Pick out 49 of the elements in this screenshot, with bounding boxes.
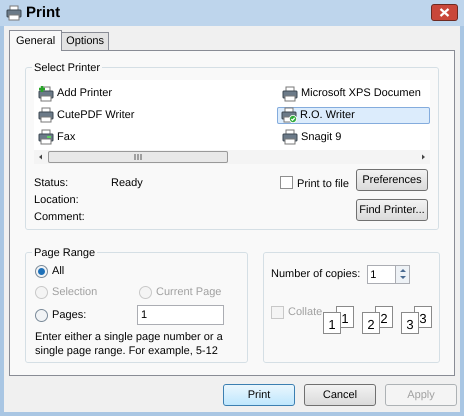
printer-icon: [6, 5, 22, 21]
close-button[interactable]: [431, 4, 458, 20]
page-number: 2: [380, 311, 388, 327]
field-label: Status:: [34, 176, 70, 192]
copies-input[interactable]: 1: [367, 265, 396, 284]
printer-icon: [282, 128, 298, 145]
printer-icon: [38, 107, 54, 124]
radio-label: Selection: [52, 285, 98, 300]
printer-item[interactable]: R.O. Writer: [277, 106, 430, 124]
close-icon: [439, 8, 450, 16]
printer-item[interactable]: Fax: [34, 128, 278, 146]
radio-button[interactable]: [35, 308, 48, 322]
page-number: 1: [341, 311, 349, 327]
tab[interactable]: General: [9, 30, 62, 51]
printer-item[interactable]: CutePDF Writer: [34, 106, 278, 124]
page-number: 1: [328, 317, 336, 333]
scrollbar-thumb[interactable]: [48, 151, 228, 163]
printer-item[interactable]: Add Printer: [34, 85, 278, 102]
button[interactable]: Preferences: [356, 169, 428, 191]
field-label: Location:: [34, 193, 80, 208]
field-value: Ready: [111, 176, 143, 192]
printer-icon: [282, 86, 298, 102]
printer-item[interactable]: Snagit 9: [278, 128, 430, 146]
field-label: Number of copies:: [271, 267, 360, 282]
page-number: 2: [367, 317, 375, 333]
pages-input[interactable]: 1: [137, 305, 224, 325]
add-printer-icon: [38, 86, 54, 102]
checkbox[interactable]: [280, 176, 293, 189]
page-number: 3: [406, 317, 414, 333]
field-label: Comment:: [34, 210, 86, 226]
radio-button[interactable]: [35, 265, 48, 278]
radio-label: All: [52, 264, 64, 280]
fax-icon: [38, 128, 54, 145]
button[interactable]: Find Printer...: [356, 199, 428, 221]
spin-buttons[interactable]: [396, 265, 410, 284]
group-title: Page Range: [32, 245, 98, 262]
window-title: Print: [26, 2, 60, 23]
horizontal-scrollbar[interactable]: [34, 150, 430, 164]
checkbox-label: Collate: [288, 305, 322, 320]
printer-icon: [281, 107, 297, 124]
printer-item[interactable]: Microsoft XPS Documen: [278, 85, 430, 102]
button[interactable]: Cancel: [304, 384, 376, 406]
checkbox-label: Print to file: [297, 177, 349, 192]
page-number: 3: [419, 311, 427, 327]
button[interactable]: Print: [223, 384, 295, 406]
radio-label: Pages:: [52, 308, 86, 323]
hint-text: Enter either a single page number or a single page range. For example, 5-12: [35, 330, 224, 358]
radio-label: Current Page: [156, 285, 222, 300]
tab[interactable]: Options: [61, 32, 110, 50]
